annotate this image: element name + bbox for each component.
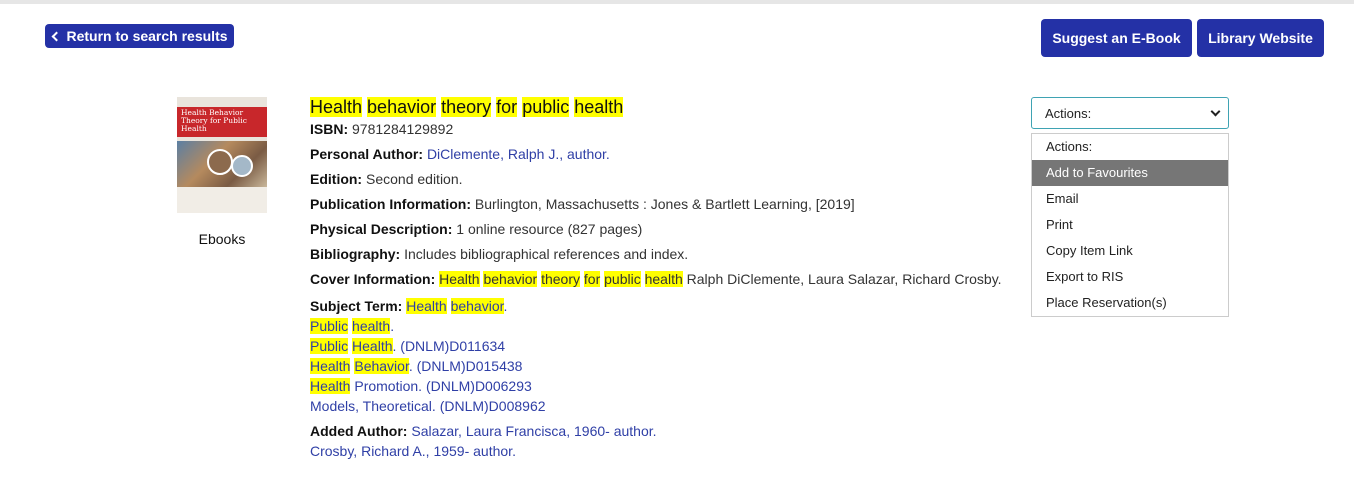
actions-select-value: Actions: [1045,105,1092,121]
subject-term-label: Subject Term: [310,298,403,314]
return-to-search-label: Return to search results [66,28,228,44]
actions-select[interactable]: Actions: [1031,97,1229,129]
book-cover-image[interactable]: Health Behavior Theory for Public Health [177,97,267,213]
highlighted-word: public [604,271,641,287]
highlighted-word: health [644,271,683,287]
highlighted-word: Health [352,338,393,354]
record-details: Health behavior theory for public health… [310,96,1020,461]
library-website-button[interactable]: Library Website [1197,19,1324,57]
actions-option[interactable]: Print [1032,212,1228,238]
actions-option[interactable]: Actions: [1032,134,1228,160]
cover-title-text: Health Behavior Theory for Public Health [181,108,247,133]
cover-photo-circle [207,149,233,175]
highlighted-word: public [522,97,570,117]
subject-term-line: Subject Term: Health behavior. [310,296,1020,316]
highlighted-word: Health [406,298,447,314]
added-author-block: Added Author: Salazar, Laura Francisca, … [310,421,1020,461]
highlighted-word: Health [310,378,351,394]
added-author-link[interactable]: Salazar, Laura Francisca, 1960- author. [411,423,656,439]
added-author-line: Crosby, Richard A., 1959- author. [310,441,1020,461]
added-author-link[interactable]: Crosby, Richard A., 1959- author. [310,443,516,459]
publication-row: Publication Information: Burlington, Mas… [310,196,1020,213]
highlighted-word: for [496,97,518,117]
highlighted-word: Public [310,318,349,334]
subject-term-text: . (DNLM)D015438 [408,358,523,374]
subject-term-text: . (DNLM)D011634 [392,338,506,354]
record-title[interactable]: Health behavior theory for public health [310,96,1020,118]
cover-information-label: Cover Information: [310,271,436,287]
subject-term-text: . [390,318,395,334]
subject-term-line: Models, Theoretical. (DNLM)D008962 [310,396,1020,416]
highlighted-word: Health [310,358,351,374]
personal-author-link[interactable]: DiClemente, Ralph J., author. [427,146,610,162]
actions-option[interactable]: Copy Item Link [1032,238,1228,264]
actions-option[interactable]: Place Reservation(s) [1032,290,1228,316]
edition-label: Edition: [310,171,363,187]
subject-term-link[interactable]: Public Health. (DNLM)D011634 [310,338,505,354]
highlighted-word: health [574,97,624,117]
chevron-left-icon [52,31,62,41]
subject-term-link[interactable]: Health Behavior. (DNLM)D015438 [310,358,522,374]
return-to-search-button[interactable]: Return to search results [45,24,234,48]
added-author-line: Added Author: Salazar, Laura Francisca, … [310,421,1020,441]
subject-term-list: Subject Term: Health behavior. Public hea… [310,296,1020,416]
subject-term-link[interactable]: Models, Theoretical. (DNLM)D008962 [310,398,546,414]
isbn-row: ISBN: 9781284129892 [310,121,1020,138]
subject-term-link[interactable]: Health behavior. [406,298,507,314]
subject-term-text: Promotion. (DNLM)D006293 [350,378,532,394]
bibliography-value: Includes bibliographical references and … [404,246,689,262]
highlighted-word: behavior [450,298,504,314]
added-author-label: Added Author: [310,423,408,439]
edition-value: Second edition. [366,171,463,187]
highlighted-word: Health [310,97,363,117]
physical-description-row: Physical Description: 1 online resource … [310,221,1020,238]
subject-term-text: Models, Theoretical. (DNLM)D008962 [310,398,546,414]
chevron-down-icon [1210,106,1221,117]
top-border [0,0,1354,4]
highlighted-word: theory [541,271,580,287]
subject-term-line: Public health. [310,316,1020,336]
highlighted-word: Public [310,338,349,354]
suggest-ebook-button[interactable]: Suggest an E-Book [1041,19,1192,57]
cover-bottom [177,187,267,213]
physical-description-label: Physical Description: [310,221,453,237]
subject-term-link[interactable]: Health Promotion. (DNLM)D006293 [310,378,532,394]
isbn-value: 9781284129892 [352,121,454,137]
bibliography-row: Bibliography: Includes bibliographical r… [310,246,1020,263]
edition-row: Edition: Second edition. [310,171,1020,188]
subject-term-line: Public Health. (DNLM)D011634 [310,336,1020,356]
publication-label: Publication Information: [310,196,471,212]
highlighted-word: health [352,318,391,334]
highlighted-word: theory [441,97,492,117]
actions-option[interactable]: Email [1032,186,1228,212]
bibliography-label: Bibliography: [310,246,401,262]
highlighted-word: Behavior [354,358,409,374]
publication-value: Burlington, Massachusetts : Jones & Bart… [474,196,855,212]
highlighted-word: Health [439,271,480,287]
subject-term-line: Health Promotion. (DNLM)D006293 [310,376,1020,396]
actions-option[interactable]: Add to Favourites [1032,160,1228,186]
actions-option[interactable]: Export to RIS [1032,264,1228,290]
cover-information-row: Cover Information: Health behavior theor… [310,271,1020,288]
subject-term-text: . [503,298,508,314]
format-label: Ebooks [198,231,246,247]
isbn-label: ISBN: [310,121,349,137]
physical-description-value: 1 online resource (827 pages) [456,221,643,237]
personal-author-label: Personal Author: [310,146,424,162]
cover-information-rest: Ralph DiClemente, Laura Salazar, Richard… [686,271,1002,287]
cover-photo-circle [231,155,253,177]
subject-term-line: Health Behavior. (DNLM)D015438 [310,356,1020,376]
subject-term-block: Subject Term: Health behavior. Public hea… [310,296,1020,416]
highlighted-word: behavior [483,271,538,287]
highlighted-word: for [583,271,601,287]
actions-dropdown-menu: Actions: Add to Favourites Email Print Copy … [1031,133,1229,317]
cover-information-title: Health behavior theory for public health [439,271,687,287]
highlighted-word: behavior [367,97,437,117]
personal-author-row: Personal Author: DiClemente, Ralph J., a… [310,146,1020,163]
subject-term-link[interactable]: Public health. [310,318,394,334]
